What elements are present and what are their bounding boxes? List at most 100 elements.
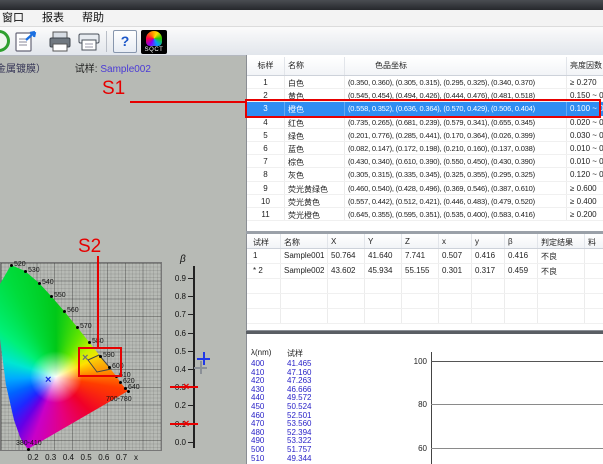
annotation-s1-line (130, 101, 247, 103)
standards-header-col-3[interactable]: 色品坐标 (345, 57, 567, 75)
standard-id: 6 (247, 142, 285, 154)
standards-table-row[interactable]: 7棕色(0.430, 0.340), (0.610, 0.390), (0.55… (247, 155, 603, 168)
locus-point-580 (88, 341, 91, 344)
samples-header-col-4[interactable]: Y (365, 234, 402, 248)
standards-table-row[interactable]: 9荧光黄绿色(0.460, 0.540), (0.428, 0.496), (0… (247, 182, 603, 195)
locus-label-560: 560 (67, 307, 79, 314)
samples-table-row[interactable] (247, 294, 603, 309)
menu-item-1[interactable]: 窗口 (0, 10, 33, 27)
print-page-icon[interactable] (77, 30, 101, 53)
tolerance-min-marker: × (183, 419, 189, 429)
beta-tick-label-0.9: 0.9 (166, 274, 186, 283)
menu-item-2[interactable]: 报表 (33, 10, 73, 27)
x-axis-tick-0.7: 0.7 (114, 453, 130, 462)
beta-axis-line (193, 266, 195, 448)
standard-id: 11 (247, 208, 285, 220)
standards-header-col-2[interactable]: 名称 (285, 57, 345, 75)
samples-table-row[interactable] (247, 279, 603, 294)
annotation-s2-line (97, 256, 99, 347)
beta-tick-dash (188, 442, 194, 443)
standard-id: 10 (247, 195, 285, 207)
standard-coords: (0.460, 0.540), (0.428, 0.496), (0.369, … (345, 182, 567, 194)
standards-table-header: 标样名称色品坐标亮度因数 (247, 57, 603, 76)
pane-splitter-top[interactable] (246, 231, 603, 234)
samples-table-row[interactable]: 1Sample00150.76441.6407.7410.5070.4160.4… (247, 249, 603, 264)
sample-cell: 43.602 (328, 264, 365, 278)
tolerance-max-marker: × (183, 382, 189, 392)
standards-table-row[interactable]: 11荧光橙色(0.645, 0.355), (0.595, 0.351), (0… (247, 208, 603, 221)
standard-coords: (0.557, 0.442), (0.512, 0.421), (0.446, … (345, 195, 567, 207)
standard-name: 蓝色 (285, 142, 345, 154)
sample-cell (472, 294, 505, 308)
standard-factor: ≥ 0.200 (567, 208, 603, 220)
sample-cell: 50.764 (328, 249, 365, 263)
standard-factor: ≥ 0.400 (567, 195, 603, 207)
help-icon[interactable]: ? (113, 30, 137, 53)
standard-coords: (0.430, 0.340), (0.610, 0.390), (0.550, … (345, 155, 567, 167)
samples-header-col-1[interactable]: 试样 (247, 234, 281, 248)
beta-tick-label-0.4: 0.4 (166, 365, 186, 374)
locus-label-550: 550 (54, 292, 66, 299)
spectral-plot-ytick: 80 (405, 400, 427, 409)
annotation-s2-rect (78, 347, 122, 377)
samples-table-row[interactable]: * 2Sample00243.60245.93455.1550.3010.317… (247, 264, 603, 279)
locus-point-700-780 (127, 390, 130, 393)
refresh-ring-icon[interactable] (0, 30, 10, 52)
samples-header-col-2[interactable]: 名称 (281, 234, 328, 248)
samples-header-col-9[interactable]: 判定结果 (538, 234, 585, 248)
standard-name: 灰色 (285, 168, 345, 180)
x-axis-label: x (134, 453, 138, 462)
sample-cell: 41.640 (365, 249, 402, 263)
application-window: 窗口报表帮助 (0, 0, 603, 464)
standard-id: 8 (247, 168, 285, 180)
menu-item-3[interactable]: 帮助 (73, 10, 113, 27)
sample-cell (365, 279, 402, 293)
standards-table-row[interactable]: 10荧光黄色(0.557, 0.442), (0.512, 0.421), (0… (247, 195, 603, 208)
sample-cell: 0.507 (439, 249, 472, 263)
samples-table-row[interactable] (247, 309, 603, 324)
sample-cell (328, 309, 365, 323)
sample-cell (585, 249, 603, 263)
standard-factor: ≥ 0.600 (567, 182, 603, 194)
spectral-plot-gridline (431, 361, 603, 362)
sample-cell (439, 294, 472, 308)
samples-header-col-8[interactable]: β (505, 234, 538, 248)
sample1-beta-marker (194, 361, 207, 374)
sample-cell: 55.155 (402, 264, 439, 278)
standard-name: 荧光橙色 (285, 208, 345, 220)
samples-header-col-5[interactable]: Z (402, 234, 439, 248)
locus-point-550 (50, 295, 53, 298)
export-report-icon[interactable] (14, 30, 38, 53)
standards-table-row[interactable]: 1白色(0.350, 0.360), (0.305, 0.315), (0.29… (247, 76, 603, 89)
print-icon[interactable] (48, 30, 72, 53)
locus-label-570: 570 (80, 323, 92, 330)
samples-header-col-3[interactable]: X (328, 234, 365, 248)
samples-header-col-10[interactable]: 料号 (585, 234, 603, 248)
standard-coords: (0.350, 0.360), (0.305, 0.315), (0.295, … (345, 76, 567, 88)
sample-cell (402, 309, 439, 323)
sample-cell: 不良 (538, 249, 585, 263)
x-axis-tick-0.5: 0.5 (78, 453, 94, 462)
sample-label: 试样: (75, 64, 98, 75)
sample-cell (439, 309, 472, 323)
sample-cell (328, 294, 365, 308)
standards-table-row[interactable]: 8灰色(0.305, 0.315), (0.335, 0.345), (0.32… (247, 168, 603, 181)
sample-cell (281, 279, 328, 293)
beta-axis-label: β (180, 254, 186, 265)
samples-header-col-6[interactable]: x (439, 234, 472, 248)
sqct-logo-icon[interactable]: SQCT (141, 30, 167, 54)
beta-tick-label-0.0: 0.0 (166, 438, 186, 447)
standards-header-col-4[interactable]: 亮度因数 (567, 57, 603, 75)
standards-table-row[interactable]: 6蓝色(0.082, 0.147), (0.172, 0.198), (0.21… (247, 142, 603, 155)
standard-id: 9 (247, 182, 285, 194)
standards-header-col-1[interactable]: 标样 (247, 57, 285, 75)
pane-splitter-bottom[interactable] (246, 330, 603, 334)
samples-header-col-7[interactable]: y (472, 234, 505, 248)
standard-factor: 0.010 ~ 0.100 (567, 142, 603, 154)
coating-type-text: 金属镀膜） (0, 64, 46, 75)
x-axis-tick-0.2: 0.2 (25, 453, 41, 462)
standards-table-row[interactable]: 5绿色(0.201, 0.776), (0.285, 0.441), (0.17… (247, 129, 603, 142)
locus-label-380-410: 380-410 (16, 440, 42, 447)
standard-factor: 0.120 ~ 0.180 (567, 168, 603, 180)
standard-factor: 0.010 ~ 0.090 (567, 155, 603, 167)
